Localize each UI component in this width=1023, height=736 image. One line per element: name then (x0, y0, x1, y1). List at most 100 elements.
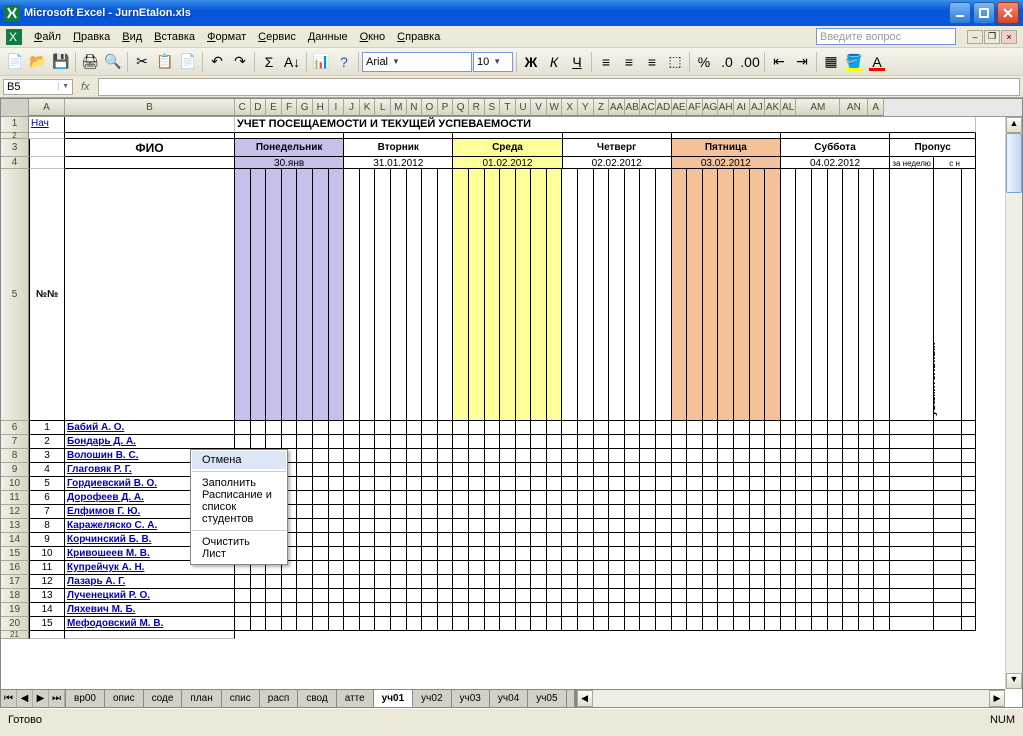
grade-cell[interactable] (656, 589, 672, 603)
grade-cell[interactable] (578, 561, 594, 575)
grade-cell[interactable] (547, 589, 563, 603)
grade-cell[interactable] (469, 505, 485, 519)
subject-cell[interactable]: анный язык (282, 169, 298, 421)
subject-cell[interactable]: Иностранный язык (344, 169, 360, 421)
grade-cell[interactable] (718, 589, 734, 603)
grade-cell[interactable] (360, 561, 376, 575)
row-header[interactable]: 17 (1, 575, 29, 589)
grade-cell[interactable] (703, 561, 719, 575)
grade-cell[interactable] (703, 547, 719, 561)
grade-cell[interactable] (562, 575, 578, 589)
tab-next[interactable]: ▶ (33, 690, 49, 707)
row-header[interactable]: 14 (1, 533, 29, 547)
grade-cell[interactable] (843, 491, 859, 505)
grade-cell[interactable] (796, 575, 812, 589)
grade-cell[interactable] (765, 533, 781, 547)
grade-cell[interactable] (422, 589, 438, 603)
select-all-corner[interactable] (1, 99, 29, 117)
grade-cell[interactable] (297, 463, 313, 477)
grade-cell[interactable] (297, 449, 313, 463)
col-header[interactable]: F (282, 99, 298, 116)
grade-cell[interactable] (625, 533, 641, 547)
sheet-tab-уч01[interactable]: уч01 (374, 690, 414, 707)
col-header[interactable]: C (235, 99, 251, 116)
sheet-tab-уч05[interactable]: уч05 (528, 690, 566, 707)
grade-cell[interactable] (407, 575, 423, 589)
grade-cell[interactable] (578, 435, 594, 449)
grade-cell[interactable] (313, 421, 329, 435)
grade-cell[interactable] (516, 603, 532, 617)
grade-cell[interactable] (687, 477, 703, 491)
col-header[interactable]: G (297, 99, 313, 116)
grade-cell[interactable] (594, 435, 610, 449)
grade-cell[interactable] (438, 575, 454, 589)
grade-cell[interactable] (531, 533, 547, 547)
grade-cell[interactable] (485, 575, 501, 589)
grade-cell[interactable] (438, 463, 454, 477)
mdi-close[interactable]: × (1001, 30, 1017, 44)
col-header[interactable]: AK (765, 99, 781, 116)
grade-cell[interactable] (625, 561, 641, 575)
grade-cell[interactable] (718, 435, 734, 449)
grade-cell[interactable] (874, 589, 890, 603)
grade-cell[interactable] (485, 477, 501, 491)
grade-cell[interactable] (469, 575, 485, 589)
grade-cell[interactable] (516, 589, 532, 603)
currency-button[interactable]: % (693, 51, 715, 73)
sheet-tab-вр00[interactable]: вр00 (66, 690, 105, 707)
grade-cell[interactable] (297, 491, 313, 505)
decimal-dec-button[interactable]: .00 (739, 51, 761, 73)
grade-cell[interactable] (516, 617, 532, 631)
student-name[interactable]: Бондарь Д. А. (65, 435, 235, 449)
selected-cell[interactable] (65, 169, 235, 421)
grade-cell[interactable] (360, 519, 376, 533)
grade-cell[interactable] (781, 561, 797, 575)
grade-cell[interactable] (594, 519, 610, 533)
grade-cell[interactable] (360, 603, 376, 617)
grade-cell[interactable] (672, 575, 688, 589)
grade-cell[interactable] (547, 463, 563, 477)
grade-cell[interactable] (375, 519, 391, 533)
grade-cell[interactable] (687, 533, 703, 547)
grade-cell[interactable] (329, 519, 345, 533)
grade-cell[interactable] (859, 547, 875, 561)
grade-cell[interactable] (812, 575, 828, 589)
grade-cell[interactable] (718, 421, 734, 435)
fill-color-button[interactable]: 🪣 (843, 51, 865, 73)
grade-cell[interactable] (407, 547, 423, 561)
grade-cell[interactable] (640, 477, 656, 491)
grade-cell[interactable] (812, 491, 828, 505)
grade-cell[interactable] (438, 617, 454, 631)
grade-cell[interactable] (765, 603, 781, 617)
grade-cell[interactable] (765, 463, 781, 477)
grade-cell[interactable] (547, 519, 563, 533)
grade-cell[interactable] (391, 603, 407, 617)
grade-cell[interactable] (297, 561, 313, 575)
grade-cell[interactable] (874, 435, 890, 449)
grade-cell[interactable] (843, 449, 859, 463)
grade-cell[interactable] (360, 547, 376, 561)
grade-cell[interactable] (640, 491, 656, 505)
grade-cell[interactable] (609, 547, 625, 561)
grade-cell[interactable] (672, 533, 688, 547)
grade-cell[interactable] (547, 575, 563, 589)
fx-label[interactable]: fx (77, 81, 94, 93)
row-header[interactable]: 12 (1, 505, 29, 519)
grade-cell[interactable] (656, 477, 672, 491)
grade-cell[interactable] (297, 421, 313, 435)
grade-cell[interactable] (516, 575, 532, 589)
grade-cell[interactable] (422, 477, 438, 491)
grade-cell[interactable] (765, 449, 781, 463)
grade-cell[interactable] (843, 603, 859, 617)
grade-cell[interactable] (313, 561, 329, 575)
grade-cell[interactable] (874, 575, 890, 589)
undo-button[interactable]: ↶ (206, 51, 228, 73)
grade-cell[interactable] (843, 435, 859, 449)
grade-cell[interactable] (235, 589, 251, 603)
grade-cell[interactable] (297, 603, 313, 617)
grade-cell[interactable] (594, 505, 610, 519)
grade-cell[interactable] (781, 533, 797, 547)
grade-cell[interactable] (313, 505, 329, 519)
grade-cell[interactable] (703, 603, 719, 617)
grade-cell[interactable] (594, 589, 610, 603)
